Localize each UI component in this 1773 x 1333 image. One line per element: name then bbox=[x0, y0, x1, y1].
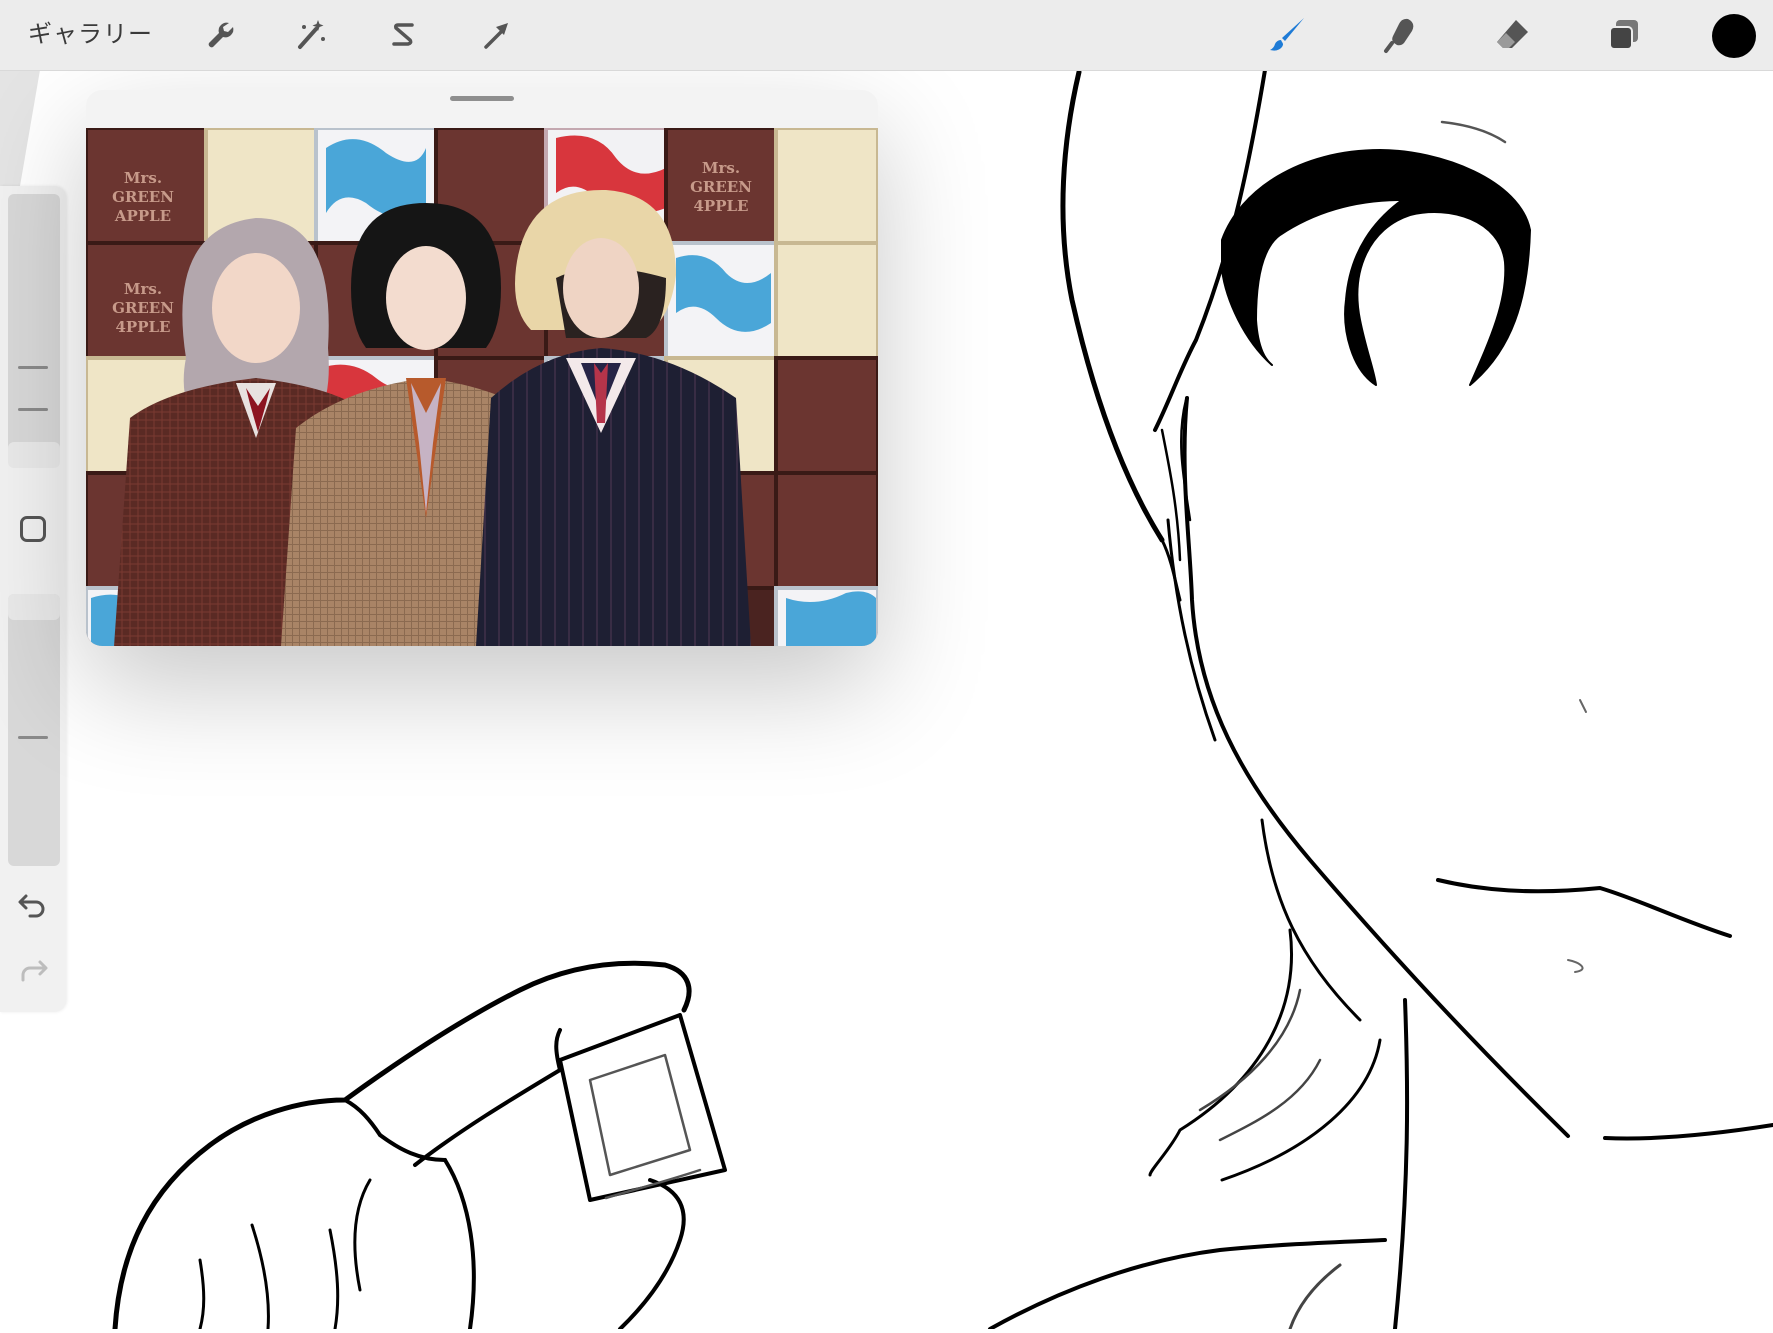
chocolate-label: 4PPLE bbox=[694, 197, 749, 215]
transform-button[interactable] bbox=[476, 15, 516, 55]
smudge-button[interactable] bbox=[1380, 15, 1420, 55]
chocolate-label: GREEN bbox=[690, 178, 752, 196]
opacity-slider[interactable] bbox=[8, 594, 60, 866]
chocolate-label: Mrs. bbox=[702, 159, 740, 177]
chocolate-label: 4PPLE bbox=[116, 318, 171, 336]
brush-size-handle[interactable] bbox=[8, 442, 60, 468]
redo-button[interactable] bbox=[16, 954, 50, 988]
modify-square-button[interactable] bbox=[20, 516, 46, 542]
selection-s-icon bbox=[392, 23, 414, 46]
chocolate-label: Mrs. bbox=[124, 280, 162, 298]
layers-button[interactable] bbox=[1604, 15, 1644, 55]
redo-icon bbox=[21, 960, 48, 982]
selection-button[interactable] bbox=[384, 15, 424, 55]
chocolate-label: Mrs. bbox=[124, 169, 162, 187]
erase-button[interactable] bbox=[1492, 15, 1532, 55]
reference-grabber-handle[interactable] bbox=[450, 96, 514, 101]
adjustments-button[interactable] bbox=[290, 15, 330, 55]
chocolate-label: APPLE bbox=[114, 207, 171, 225]
magic-wand-icon bbox=[298, 20, 325, 49]
gallery-button[interactable]: ギャラリー bbox=[28, 16, 153, 52]
paint-button[interactable] bbox=[1268, 15, 1308, 55]
size-tick bbox=[18, 366, 48, 369]
eraser-icon bbox=[1497, 20, 1528, 48]
left-sidebar bbox=[0, 186, 66, 1012]
brush-size-slider[interactable] bbox=[8, 194, 60, 468]
color-picker-button[interactable] bbox=[1712, 14, 1756, 58]
top-toolbar: ギャラリー bbox=[0, 0, 1773, 71]
actions-button[interactable] bbox=[200, 15, 240, 55]
sidebar-edge-shadow bbox=[0, 70, 40, 186]
chocolate-label: GREEN bbox=[112, 299, 174, 317]
brush-icon bbox=[1270, 18, 1304, 51]
opacity-tick bbox=[18, 736, 48, 739]
arrow-cursor-icon bbox=[484, 23, 508, 49]
reference-window[interactable]: Mrs. GREEN APPLE Mrs. GREEN 4PPLE Mrs. G… bbox=[86, 90, 878, 646]
undo-button[interactable] bbox=[16, 888, 50, 922]
chocolate-label: GREEN bbox=[112, 188, 174, 206]
layers-icon bbox=[1609, 20, 1638, 50]
wrench-icon bbox=[208, 22, 234, 48]
reference-photo: Mrs. GREEN APPLE Mrs. GREEN 4PPLE Mrs. G… bbox=[86, 128, 878, 646]
undo-icon bbox=[18, 894, 45, 918]
size-tick bbox=[18, 408, 48, 411]
smudge-finger-icon bbox=[1384, 18, 1414, 53]
opacity-handle[interactable] bbox=[8, 594, 60, 620]
